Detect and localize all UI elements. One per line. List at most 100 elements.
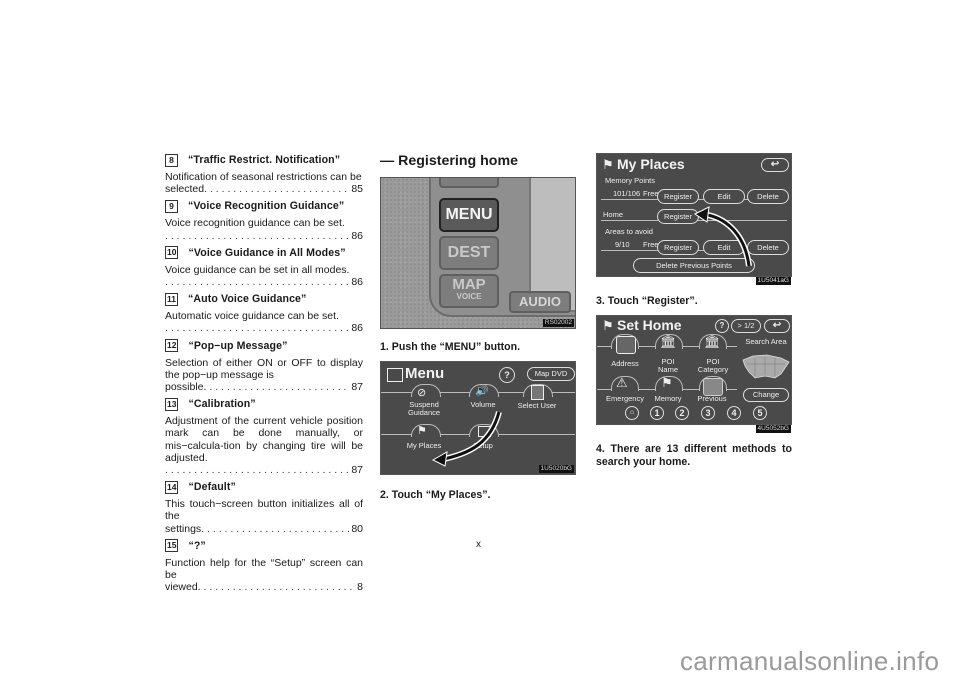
search-area-label: Search Area — [745, 337, 787, 346]
step-2: 2. Touch “My Places”. — [380, 489, 491, 501]
item-description: Selection of either ON or OFF to display… — [165, 357, 363, 394]
preset-1-button[interactable]: 1 — [650, 406, 664, 420]
item-number-badge: 15 — [165, 539, 179, 553]
item-description: Notification of seasonal restrictions ca… — [165, 171, 363, 195]
hardware-audio-button[interactable]: AUDIO — [509, 291, 571, 313]
section-title: — Registering home — [380, 153, 518, 169]
preset-4-button[interactable]: 4 — [727, 406, 741, 420]
settings-item: 14 “Default” This touch−screen button init… — [165, 480, 363, 535]
hardware-dest-button[interactable]: DEST — [439, 236, 499, 270]
settings-item-header: 12 “Pop−up Message” — [165, 339, 363, 353]
item-title: “Voice Guidance in All Modes” — [188, 246, 346, 259]
item-description-text: Function help for the “Setup” screen can… — [165, 556, 363, 582]
item-title: “Calibration” — [188, 398, 256, 411]
item-description-text: Automatic voice guidance can be set. — [165, 310, 339, 323]
item-description-text: Notification of seasonal restrictions ca… — [165, 171, 362, 183]
item-description-text: This touch−screen button initializes all… — [165, 498, 363, 523]
page-ref: 86 — [165, 276, 363, 288]
item-description: Automatic voice guidance can be set. 86 — [165, 310, 363, 334]
step-1: 1. Push the “MENU” button. — [380, 341, 521, 353]
item-description-text: Voice guidance can be set in all modes. — [165, 263, 350, 276]
change-button[interactable]: Change — [743, 388, 789, 402]
preset-2-button[interactable]: 2 — [675, 406, 689, 420]
page-reference: 87 — [351, 381, 363, 394]
set-home-screen: ⚑ Set Home ? > 1/2 ↩ Address 🏛 POI Name … — [596, 315, 792, 425]
settings-item-header: 15 “?” — [165, 539, 363, 553]
page-number: x — [476, 539, 481, 550]
item-description: This touch−screen button initializes all… — [165, 498, 363, 535]
watermark: carmanualsonline.info — [680, 646, 940, 676]
pointer-arrow-icon — [431, 411, 502, 467]
help-button[interactable]: ? — [715, 319, 729, 333]
item-number-badge: 8 — [165, 153, 178, 167]
item-title: “Auto Voice Guidance” — [188, 293, 307, 306]
page-ref: selected. 85 — [165, 183, 363, 195]
item-title: “Default” — [188, 481, 236, 494]
item-title: “?” — [188, 539, 206, 552]
settings-item: 15 “?” Function help for the “Setup” scree… — [165, 539, 363, 594]
settings-item-header: 11 “Auto Voice Guidance” — [165, 292, 363, 306]
item-number-badge: 9 — [165, 199, 178, 213]
page-ref: 86 — [165, 230, 363, 242]
address-button[interactable]: Address — [605, 360, 645, 368]
settings-item: 12 “Pop−up Message” Selection of either ON… — [165, 339, 363, 394]
item-description-text: Adjustment of the current vehicle positi… — [165, 415, 363, 464]
poi-category-button[interactable]: POI Category — [689, 358, 737, 374]
item-description-tail: selected. — [165, 183, 210, 196]
item-number-badge: 12 — [165, 339, 179, 353]
page-reference: 87 — [351, 464, 363, 477]
preset-3-button[interactable]: 3 — [701, 406, 715, 420]
north-america-map-icon — [742, 354, 790, 379]
page-reference: 86 — [351, 229, 363, 242]
set-home-title: Set Home — [617, 317, 682, 333]
image-code: 4U5052bG — [755, 425, 791, 433]
page-reference: 80 — [351, 522, 363, 535]
pointer-arrow-icon — [694, 206, 752, 267]
settings-list: 8 “Traffic Restrict. Notification” Notific… — [165, 153, 363, 597]
item-description-text: Selection of either ON or OFF to display… — [165, 356, 363, 381]
item-title: “Voice Recognition Guidance” — [188, 200, 345, 213]
image-code: 1U5041aG — [755, 277, 791, 285]
preset-5-button[interactable]: 5 — [753, 406, 767, 420]
poi-name-button[interactable]: POI Name — [649, 358, 687, 374]
item-description-tail: settings. — [165, 522, 208, 535]
item-description: Function help for the “Setup” screen can… — [165, 557, 363, 594]
item-description: Voice recognition guidance can be set. 86 — [165, 217, 363, 241]
page-ref: 86 — [165, 322, 363, 334]
head-unit-chevron-button — [439, 178, 499, 188]
map-label: MAP — [452, 276, 486, 293]
head-unit-photo: MENU DEST MAP VOICE AUDIO RS02002 — [380, 177, 576, 329]
settings-item: 11 “Auto Voice Guidance” Automatic voice g… — [165, 292, 363, 334]
category-label: Category — [697, 365, 729, 374]
item-description: Voice guidance can be set in all modes.8… — [165, 264, 363, 288]
previous-button[interactable]: Previous — [691, 395, 733, 403]
settings-item-header: 14 “Default” — [165, 480, 363, 494]
image-code: RS02002 — [542, 319, 574, 327]
name-label: Name — [657, 365, 678, 374]
page-next-button[interactable]: > 1/2 — [731, 319, 761, 333]
settings-item-header: 10 “Voice Guidance in All Modes” — [165, 246, 363, 260]
memory-button[interactable]: Memory — [647, 395, 689, 403]
hardware-menu-button[interactable]: MENU — [439, 198, 499, 232]
item-description-tail: possible. — [165, 381, 210, 394]
item-number-badge: 14 — [165, 480, 179, 494]
page-ref: settings. 80 — [165, 523, 363, 535]
flag-icon: ⚑ — [661, 375, 673, 390]
page-ref: viewed. 8 — [165, 581, 363, 593]
page-reference: 85 — [351, 183, 363, 196]
image-code: 1U5020bG — [538, 465, 574, 473]
settings-item-header: 9 “Voice Recognition Guidance” — [165, 199, 363, 213]
item-description: Adjustment of the current vehicle positi… — [165, 415, 363, 476]
hardware-map-voice-button[interactable]: MAP VOICE — [439, 274, 499, 308]
item-title: “Pop−up Message” — [188, 339, 288, 352]
settings-item: 8 “Traffic Restrict. Notification” Notific… — [165, 153, 363, 195]
page-reference: 86 — [351, 276, 363, 289]
settings-item: 10 “Voice Guidance in All Modes” Voice gui… — [165, 246, 363, 288]
item-title: “Traffic Restrict. Notification” — [188, 154, 341, 166]
step-3: 3. Touch “Register”. — [596, 295, 698, 307]
emergency-button[interactable]: Emergency — [601, 395, 649, 403]
home-preset-button[interactable]: ⌂ — [625, 406, 639, 420]
settings-item: 13 “Calibration” Adjustment of the current… — [165, 397, 363, 476]
settings-item-header: 8 “Traffic Restrict. Notification” — [165, 153, 363, 167]
back-button[interactable]: ↩ — [764, 319, 790, 333]
